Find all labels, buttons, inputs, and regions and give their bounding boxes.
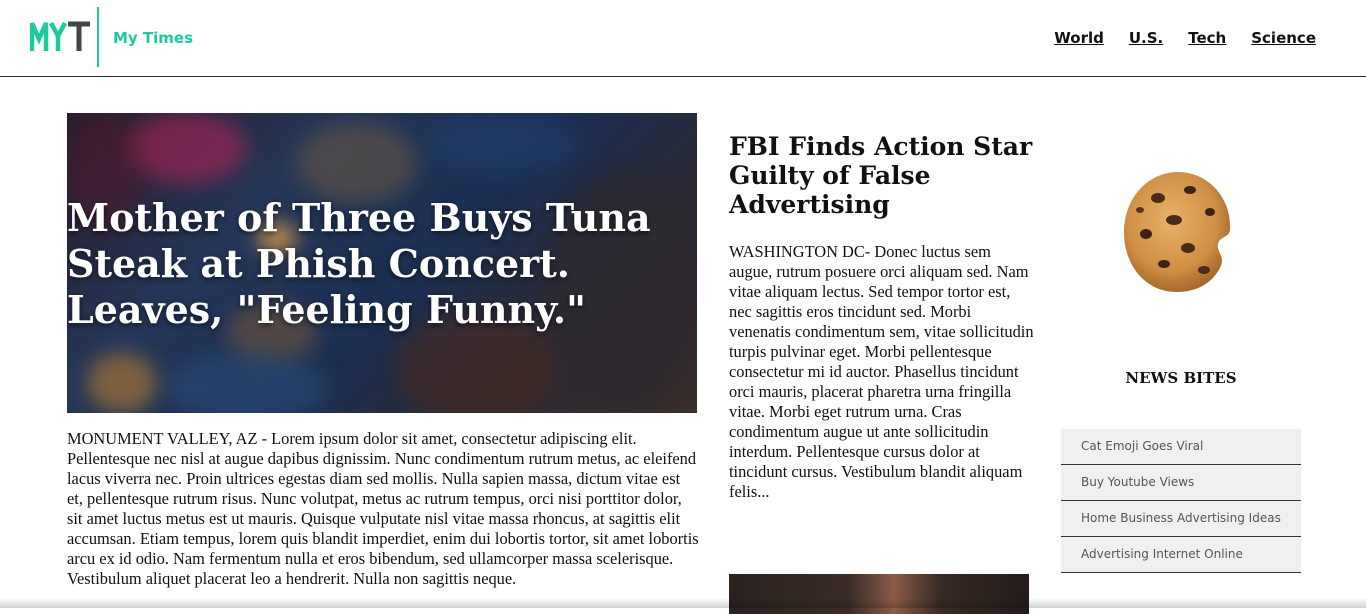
second-story-image[interactable] (729, 574, 1029, 614)
lead-story-headline[interactable]: Mother of Three Buys Tuna Steak at Phish… (67, 195, 687, 333)
news-bites-heading: NEWS BITES (1125, 369, 1237, 387)
cookie-icon (1124, 172, 1231, 292)
cookie-image (1120, 168, 1236, 296)
nav-link-science[interactable]: Science (1251, 29, 1316, 47)
nav-link-tech[interactable]: Tech (1188, 29, 1226, 47)
site-logo[interactable] (30, 19, 92, 55)
second-story-headline[interactable]: FBI Finds Action Star Guilty of False Ad… (729, 132, 1039, 219)
logo-divider (97, 7, 99, 67)
news-bite-item[interactable]: Cat Emoji Goes Viral (1061, 429, 1301, 465)
site-header: My Times World U.S. Tech Science (0, 0, 1366, 77)
nav-link-world[interactable]: World (1054, 29, 1104, 47)
brand-name[interactable]: My Times (113, 29, 193, 47)
news-bite-item[interactable]: Advertising Internet Online (1061, 537, 1301, 573)
news-bite-item[interactable]: Buy Youtube Views (1061, 465, 1301, 501)
lead-story-body: MONUMENT VALLEY, AZ - Lorem ipsum dolor … (67, 429, 699, 588)
news-bite-item[interactable]: Home Business Advertising Ideas (1061, 501, 1301, 537)
bottom-fade (0, 598, 1366, 608)
second-story-body: WASHINGTON DC- Donec luctus sem augue, r… (729, 242, 1034, 501)
lead-story-hero-image[interactable]: Mother of Three Buys Tuna Steak at Phish… (67, 113, 697, 413)
main-nav: World U.S. Tech Science (1054, 29, 1316, 47)
nav-link-us[interactable]: U.S. (1129, 29, 1163, 47)
myt-logo-icon (30, 21, 90, 51)
news-bites-list: Cat Emoji Goes Viral Buy Youtube Views H… (1061, 429, 1301, 573)
